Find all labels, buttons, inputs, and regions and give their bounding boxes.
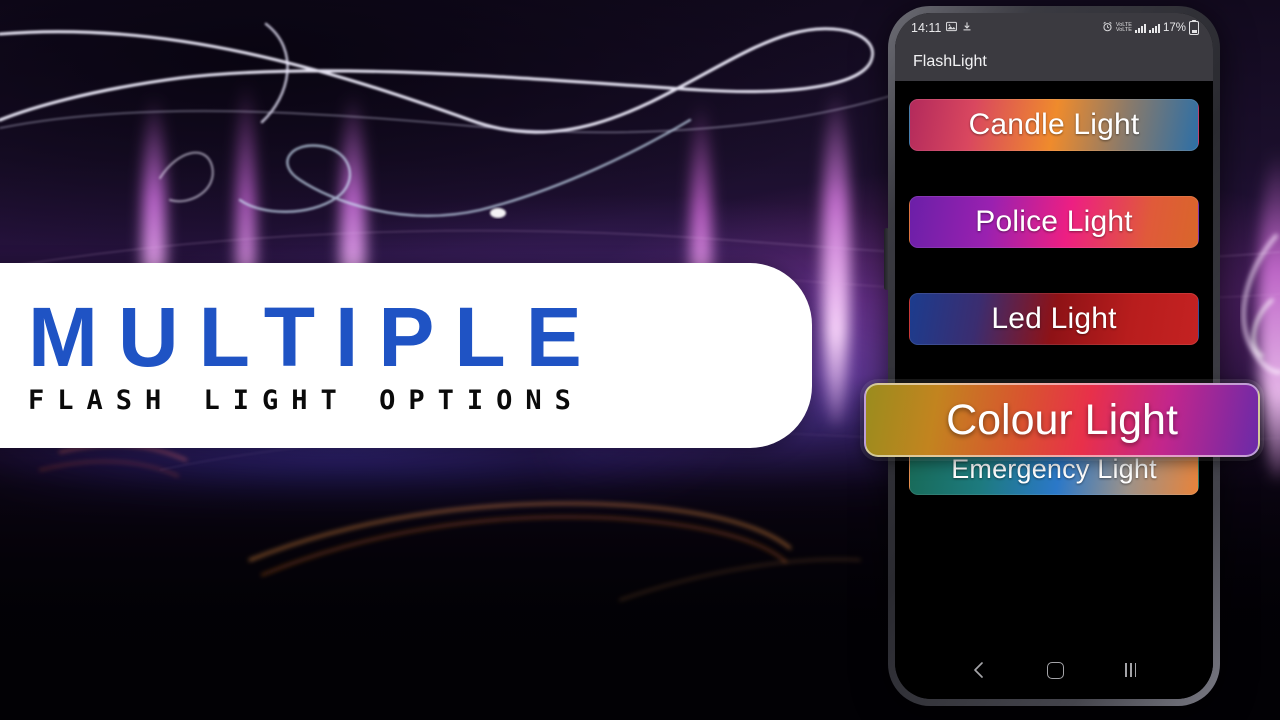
image-icon [946, 21, 958, 35]
candle-light-button[interactable]: Candle Light [909, 99, 1199, 151]
recents-icon[interactable] [1125, 663, 1137, 677]
app-bar: FlashLight [895, 43, 1213, 81]
android-nav-bar [895, 647, 1213, 699]
light-trail-highlight [490, 208, 506, 218]
phone-device-frame: 14:11 VoLTE VoLTE 17% FlashLight Candle … [888, 6, 1220, 706]
status-bar-clock: 14:11 [911, 21, 942, 35]
download-icon [962, 21, 972, 35]
promo-screenshot: MULTIPLE FLASH LIGHT OPTIONS 14:11 VoLTE… [0, 0, 1280, 720]
colour-light-button[interactable]: Colour Light [864, 383, 1260, 457]
battery-icon [1189, 19, 1199, 35]
app-bar-title: FlashLight [913, 53, 987, 70]
led-light-button[interactable]: Led Light [909, 293, 1199, 345]
signal-bars-sim1-icon [1134, 23, 1146, 33]
android-status-bar: 14:11 VoLTE VoLTE 17% [895, 13, 1213, 43]
alarm-icon [1102, 21, 1113, 36]
page-subtitle: FLASH LIGHT OPTIONS [28, 385, 584, 416]
back-icon[interactable] [972, 661, 986, 679]
phone-screen: 14:11 VoLTE VoLTE 17% FlashLight Candle … [895, 13, 1213, 699]
promo-title-banner: MULTIPLE FLASH LIGHT OPTIONS [0, 263, 812, 448]
battery-percent-label: 17% [1162, 22, 1186, 34]
volte-icon: VoLTE VoLTE [1115, 22, 1132, 33]
home-icon[interactable] [1046, 661, 1064, 679]
app-content: Candle Light Police Light Led Light Emer… [895, 81, 1213, 647]
signal-bars-sim2-icon [1148, 23, 1160, 33]
police-light-button[interactable]: Police Light [909, 196, 1199, 248]
page-title: MULTIPLE [28, 290, 602, 384]
